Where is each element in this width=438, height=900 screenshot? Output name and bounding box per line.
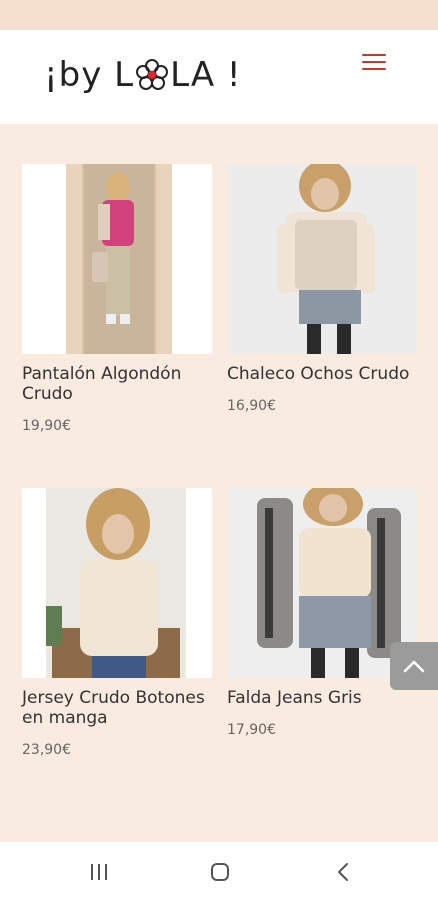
product-title[interactable]: Chaleco Ochos Crudo bbox=[227, 364, 417, 384]
product-photo-sweater bbox=[22, 488, 212, 678]
product-photo-skirt bbox=[227, 488, 417, 678]
product-price: 19,90€ bbox=[22, 418, 71, 434]
product-image[interactable] bbox=[227, 488, 417, 678]
product-price: 17,90€ bbox=[227, 722, 276, 738]
product-price: 23,90€ bbox=[22, 742, 71, 758]
recents-icon bbox=[91, 864, 107, 880]
product-card[interactable]: Chaleco Ochos Crudo 16,90€ bbox=[227, 164, 417, 414]
home-button[interactable] bbox=[205, 860, 235, 884]
product-photo-pants bbox=[22, 164, 212, 354]
menu-line bbox=[362, 68, 386, 70]
home-icon bbox=[211, 863, 229, 881]
product-card[interactable]: Jersey Crudo Botones en manga 23,90€ bbox=[22, 488, 212, 758]
logo-text-right: LA ! bbox=[170, 55, 242, 95]
menu-line bbox=[362, 54, 386, 56]
product-photo-vest bbox=[227, 164, 417, 354]
menu-line bbox=[362, 61, 386, 63]
product-image[interactable] bbox=[22, 164, 212, 354]
product-card[interactable]: Pantalón Algondón Crudo 19,90€ bbox=[22, 164, 212, 434]
scroll-to-top-button[interactable] bbox=[390, 642, 438, 690]
flower-logo-icon bbox=[136, 59, 169, 90]
product-price: 16,90€ bbox=[227, 398, 276, 414]
system-navigation-bar bbox=[0, 842, 438, 900]
status-bar bbox=[0, 0, 438, 30]
logo-text-left: ¡by L bbox=[44, 55, 135, 95]
product-card[interactable]: Falda Jeans Gris 17,90€ bbox=[227, 488, 417, 738]
brand-logo[interactable]: ¡by L LA ! bbox=[44, 50, 242, 100]
recents-button[interactable] bbox=[84, 860, 114, 884]
back-button[interactable] bbox=[328, 860, 358, 884]
chevron-up-icon bbox=[403, 660, 425, 673]
product-title[interactable]: Falda Jeans Gris bbox=[227, 688, 417, 708]
product-image[interactable] bbox=[22, 488, 212, 678]
hamburger-menu-button[interactable] bbox=[360, 50, 390, 74]
product-title[interactable]: Jersey Crudo Botones en manga bbox=[22, 688, 212, 728]
product-image[interactable] bbox=[227, 164, 417, 354]
product-title[interactable]: Pantalón Algondón Crudo bbox=[22, 364, 212, 404]
back-icon bbox=[338, 863, 348, 881]
